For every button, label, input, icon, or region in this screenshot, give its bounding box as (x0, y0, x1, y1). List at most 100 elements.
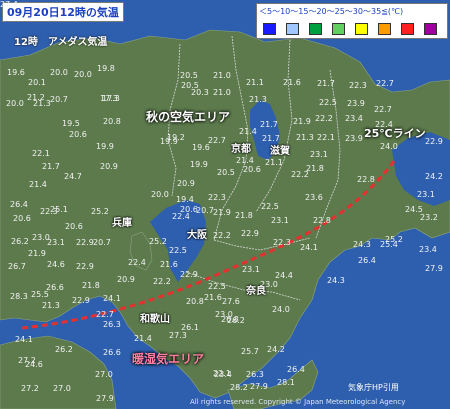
station-temp-label: 22.5 (261, 202, 279, 211)
station-temp-label: 23.4 (345, 114, 363, 123)
station-temp-label: 22.8 (313, 216, 331, 225)
station-temp-label: 19.8 (97, 64, 115, 73)
legend-swatch-4 (355, 23, 368, 35)
station-temp-label: 17.3 (100, 94, 118, 103)
station-temp-label: 20.1 (28, 78, 46, 87)
station-temp-label: 19.6 (7, 68, 25, 77)
station-temp-label: 21.0 (213, 88, 231, 97)
station-temp-label: 21.3 (33, 99, 51, 108)
station-temp-label: 22.9 (241, 229, 259, 238)
station-temp-label: 23.1 (310, 150, 328, 159)
station-temp-label: 20.6 (65, 222, 83, 231)
legend-swatch-7 (424, 23, 437, 35)
pref-shiga: 滋賀 (270, 146, 290, 157)
pref-wakayama: 和歌山 (140, 314, 170, 325)
station-temp-label: 21.6 (283, 78, 301, 87)
station-temp-label: 24.2 (267, 345, 285, 354)
station-temp-label: 24.1 (300, 243, 318, 252)
station-temp-label: 21.7 (262, 134, 280, 143)
station-temp-label: 20.7 (196, 206, 214, 215)
station-temp-label: 21.9 (293, 117, 311, 126)
pref-kyoto: 京都 (231, 144, 251, 155)
station-temp-label: 20.0 (74, 70, 92, 79)
station-temp-label: 27.4 (0, 0, 18, 9)
color-legend: ＜5〜10〜15〜20〜25〜30〜35≦(℃) (256, 3, 448, 39)
station-temp-label: 23.9 (345, 134, 363, 143)
station-temp-label: 21.3 (296, 133, 314, 142)
station-temp-label: 19.9 (96, 142, 114, 151)
station-temp-label: 22.2 (213, 231, 231, 240)
autumn-air-label: 秋の空気エリア (146, 110, 231, 124)
station-temp-label: 20.9 (100, 162, 118, 171)
station-temp-label: 19.5 (62, 119, 80, 128)
station-temp-label: 22.2 (153, 277, 171, 286)
station-temp-label: 21.7 (42, 162, 60, 171)
station-temp-label: 25.2 (149, 237, 167, 246)
station-temp-label: 20.7 (93, 238, 111, 247)
station-temp-label: 23.4 (214, 370, 232, 379)
station-temp-label: 20.5 (180, 71, 198, 80)
weather-map: 09月20日12時の気温 12時 アメダス気温 ＜5〜10〜15〜20〜25〜3… (0, 0, 450, 409)
station-temp-label: 22.5 (169, 246, 187, 255)
station-temp-label: 22.4 (128, 258, 146, 267)
station-temp-label: 20.0 (6, 99, 24, 108)
station-temp-label: 23.6 (305, 193, 323, 202)
station-temp-label: 22.3 (208, 193, 226, 202)
station-temp-label: 22.5 (208, 282, 226, 291)
station-temp-label: 25.7 (241, 347, 259, 356)
station-temp-label: 24.4 (275, 271, 293, 280)
station-temp-label: 26.7 (8, 262, 26, 271)
station-temp-label: 27.2 (21, 384, 39, 393)
station-temp-label: 27.0 (53, 384, 71, 393)
station-temp-label: 24.6 (47, 260, 65, 269)
station-temp-label: 23.9 (347, 99, 365, 108)
station-temp-label: 24.2 (425, 172, 443, 181)
isotherm-25-label: 25℃ライン (364, 127, 426, 140)
station-temp-label: 24.1 (15, 335, 33, 344)
station-temp-label: 24.3 (327, 276, 345, 285)
station-temp-label: 26.1 (181, 323, 199, 332)
station-temp-label: 20.7 (50, 95, 68, 104)
station-temp-label: 21.8 (82, 281, 100, 290)
station-temp-label: 21.3 (249, 95, 267, 104)
station-temp-label: 26.4 (10, 200, 28, 209)
station-temp-label: 26.2 (11, 237, 29, 246)
station-temp-label: 23.1 (242, 265, 260, 274)
station-temp-label: 26.6 (103, 348, 121, 357)
station-temp-label: 23.0 (260, 280, 278, 289)
station-temp-label: 21.3 (42, 301, 60, 310)
station-temp-label: 25.2 (385, 235, 403, 244)
station-temp-label: 23.2 (420, 213, 438, 222)
station-temp-label: 27.3 (169, 331, 187, 340)
station-temp-label: 21.9 (28, 249, 46, 258)
station-temp-label: 24.7 (64, 172, 82, 181)
station-temp-label: 25.5 (31, 290, 49, 299)
station-temp-label: 21.4 (236, 156, 254, 165)
station-temp-label: 22.7 (376, 79, 394, 88)
station-temp-label: 22.8 (357, 175, 375, 184)
station-temp-label: 26.2 (55, 345, 73, 354)
station-temp-label: 27.9 (425, 264, 443, 273)
station-temp-label: 20.9 (177, 179, 195, 188)
station-temp-label: 22.2 (315, 114, 333, 123)
station-temp-label: 21.6 (160, 260, 178, 269)
station-temp-label: 19.4 (176, 195, 194, 204)
station-temp-label: 22.9 (425, 137, 443, 146)
station-temp-label: 22.1 (32, 149, 50, 158)
legend-swatch-5 (378, 23, 391, 35)
station-temp-label: 20.9 (117, 275, 135, 284)
station-temp-label: 22.7 (96, 310, 114, 319)
station-temp-label: 20.8 (186, 297, 204, 306)
station-temp-label: 27.9 (250, 382, 268, 391)
station-temp-label: 20.3 (191, 88, 209, 97)
legend-scale-text: ＜5〜10〜15〜20〜25〜30〜35≦(℃) (259, 7, 404, 16)
station-temp-label: 21.7 (317, 79, 335, 88)
station-temp-label: 21.8 (306, 164, 324, 173)
station-temp-label: 22.9 (72, 296, 90, 305)
station-temp-label: 28.3 (10, 292, 28, 301)
station-temp-label: 22.1 (317, 133, 335, 142)
map-subtitle: 12時 アメダス気温 (14, 37, 108, 48)
station-temp-label: 21.7 (260, 120, 278, 129)
station-temp-label: 21.4 (134, 334, 152, 343)
station-temp-label: 28.2 (230, 383, 248, 392)
